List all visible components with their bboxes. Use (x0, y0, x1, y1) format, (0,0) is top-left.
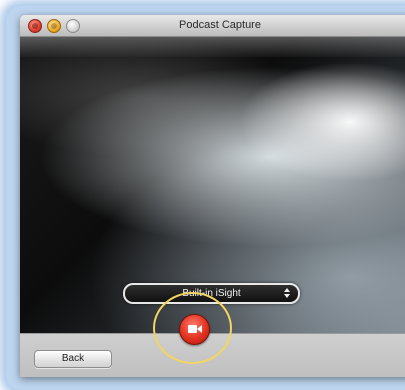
camera-source-select[interactable]: Built-in iSight (123, 283, 300, 304)
updown-arrows-icon (284, 288, 290, 299)
bottom-toolbar: Back (20, 333, 405, 377)
podcast-capture-window: Podcast Capture Built-in iSight Back (20, 15, 405, 377)
title-bar[interactable]: Podcast Capture (20, 15, 405, 37)
minimize-icon (51, 23, 57, 29)
close-window-button[interactable] (28, 19, 42, 33)
zoom-window-button[interactable] (66, 19, 80, 33)
close-icon (32, 23, 38, 29)
preview-glare (20, 37, 405, 57)
video-camera-lens-icon (197, 325, 202, 333)
minimize-window-button[interactable] (47, 19, 61, 33)
back-button[interactable]: Back (34, 350, 112, 368)
record-button[interactable] (179, 314, 210, 345)
video-camera-icon (188, 325, 197, 333)
camera-source-value: Built-in iSight (182, 288, 241, 299)
screenshot-stage: Podcast Capture Built-in iSight Back (0, 0, 405, 390)
